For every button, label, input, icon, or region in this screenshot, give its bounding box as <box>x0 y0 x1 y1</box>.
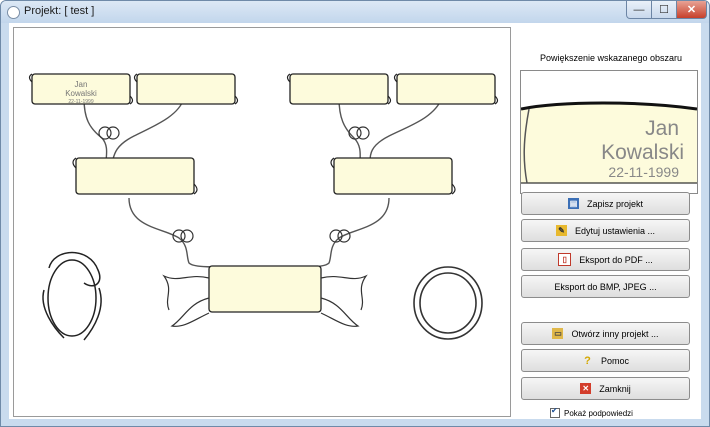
edit-settings-button[interactable]: ✎ Edytuj ustawienia ... <box>521 219 690 242</box>
settings-icon: ✎ <box>555 225 567 236</box>
save-project-button[interactable]: ▤ Zapisz projekt <box>521 192 690 215</box>
help-icon: ? <box>584 354 591 367</box>
family-tree-canvas[interactable]: Jan Kowalski 22-11-1999 <box>13 27 511 417</box>
export-bmp-button[interactable]: Eksport do BMP, JPEG ... <box>521 275 690 298</box>
open-folder-icon: ▭ <box>552 328 564 339</box>
show-hints-option[interactable]: Pokaż podpowiedzi <box>550 406 633 418</box>
minimize-button[interactable]: — <box>626 1 652 19</box>
close-window-button[interactable]: ✕ <box>676 1 707 19</box>
maximize-button[interactable]: ☐ <box>651 1 677 19</box>
family-tree-drawing: Jan Kowalski 22-11-1999 <box>28 73 499 341</box>
save-project-label: Zapisz projekt <box>586 198 644 209</box>
minimize-icon: — <box>633 3 645 16</box>
export-pdf-label: Eksport do PDF ... <box>579 254 653 265</box>
edit-settings-label: Edytuj ustawienia ... <box>574 225 656 236</box>
preview-date: 22-11-1999 <box>608 164 679 180</box>
show-hints-checkbox[interactable] <box>550 406 560 418</box>
open-project-button[interactable]: ▭ Otwórz inny projekt ... <box>521 322 690 345</box>
maximize-icon: ☐ <box>659 4 669 16</box>
close-app-label: Zamknij <box>599 383 631 394</box>
show-hints-label: Pokaż podpowiedzi <box>564 408 633 418</box>
zoom-preview: Jan Kowalski 22-11-1999 <box>520 70 698 194</box>
help-label: Pomoc <box>600 355 629 366</box>
person-last-name: Kowalski <box>65 89 97 98</box>
export-pdf-button[interactable]: ▯ Eksport do PDF ... <box>521 248 690 271</box>
close-app-icon: ✕ <box>580 383 592 394</box>
pdf-icon: ▯ <box>558 253 572 266</box>
person-first-name: Jan <box>75 80 88 89</box>
close-app-button[interactable]: ✕ Zamknij <box>521 377 690 400</box>
person-date: 22-11-1999 <box>68 99 93 105</box>
preview-first-name: Jan <box>645 117 679 140</box>
export-bmp-label: Eksport do BMP, JPEG ... <box>554 281 657 292</box>
app-icon <box>7 6 20 19</box>
window-title: Projekt: [ test ] <box>24 5 95 17</box>
client-area: Jan Kowalski 22-11-1999 Powiększenie wsk… <box>9 23 701 419</box>
save-icon: ▤ <box>567 198 579 209</box>
title-bar: Projekt: [ test ] — ☐ ✕ <box>1 1 709 23</box>
preview-label: Powiększenie wskazanego obszaru <box>539 53 683 63</box>
preview-last-name: Kowalski <box>601 141 684 164</box>
open-project-label: Otwórz inny projekt ... <box>571 328 659 339</box>
main-window: Projekt: [ test ] — ☐ ✕ Jan Kowalski 22-… <box>0 0 710 427</box>
close-icon: ✕ <box>686 4 697 16</box>
help-button[interactable]: ? Pomoc <box>521 349 690 372</box>
